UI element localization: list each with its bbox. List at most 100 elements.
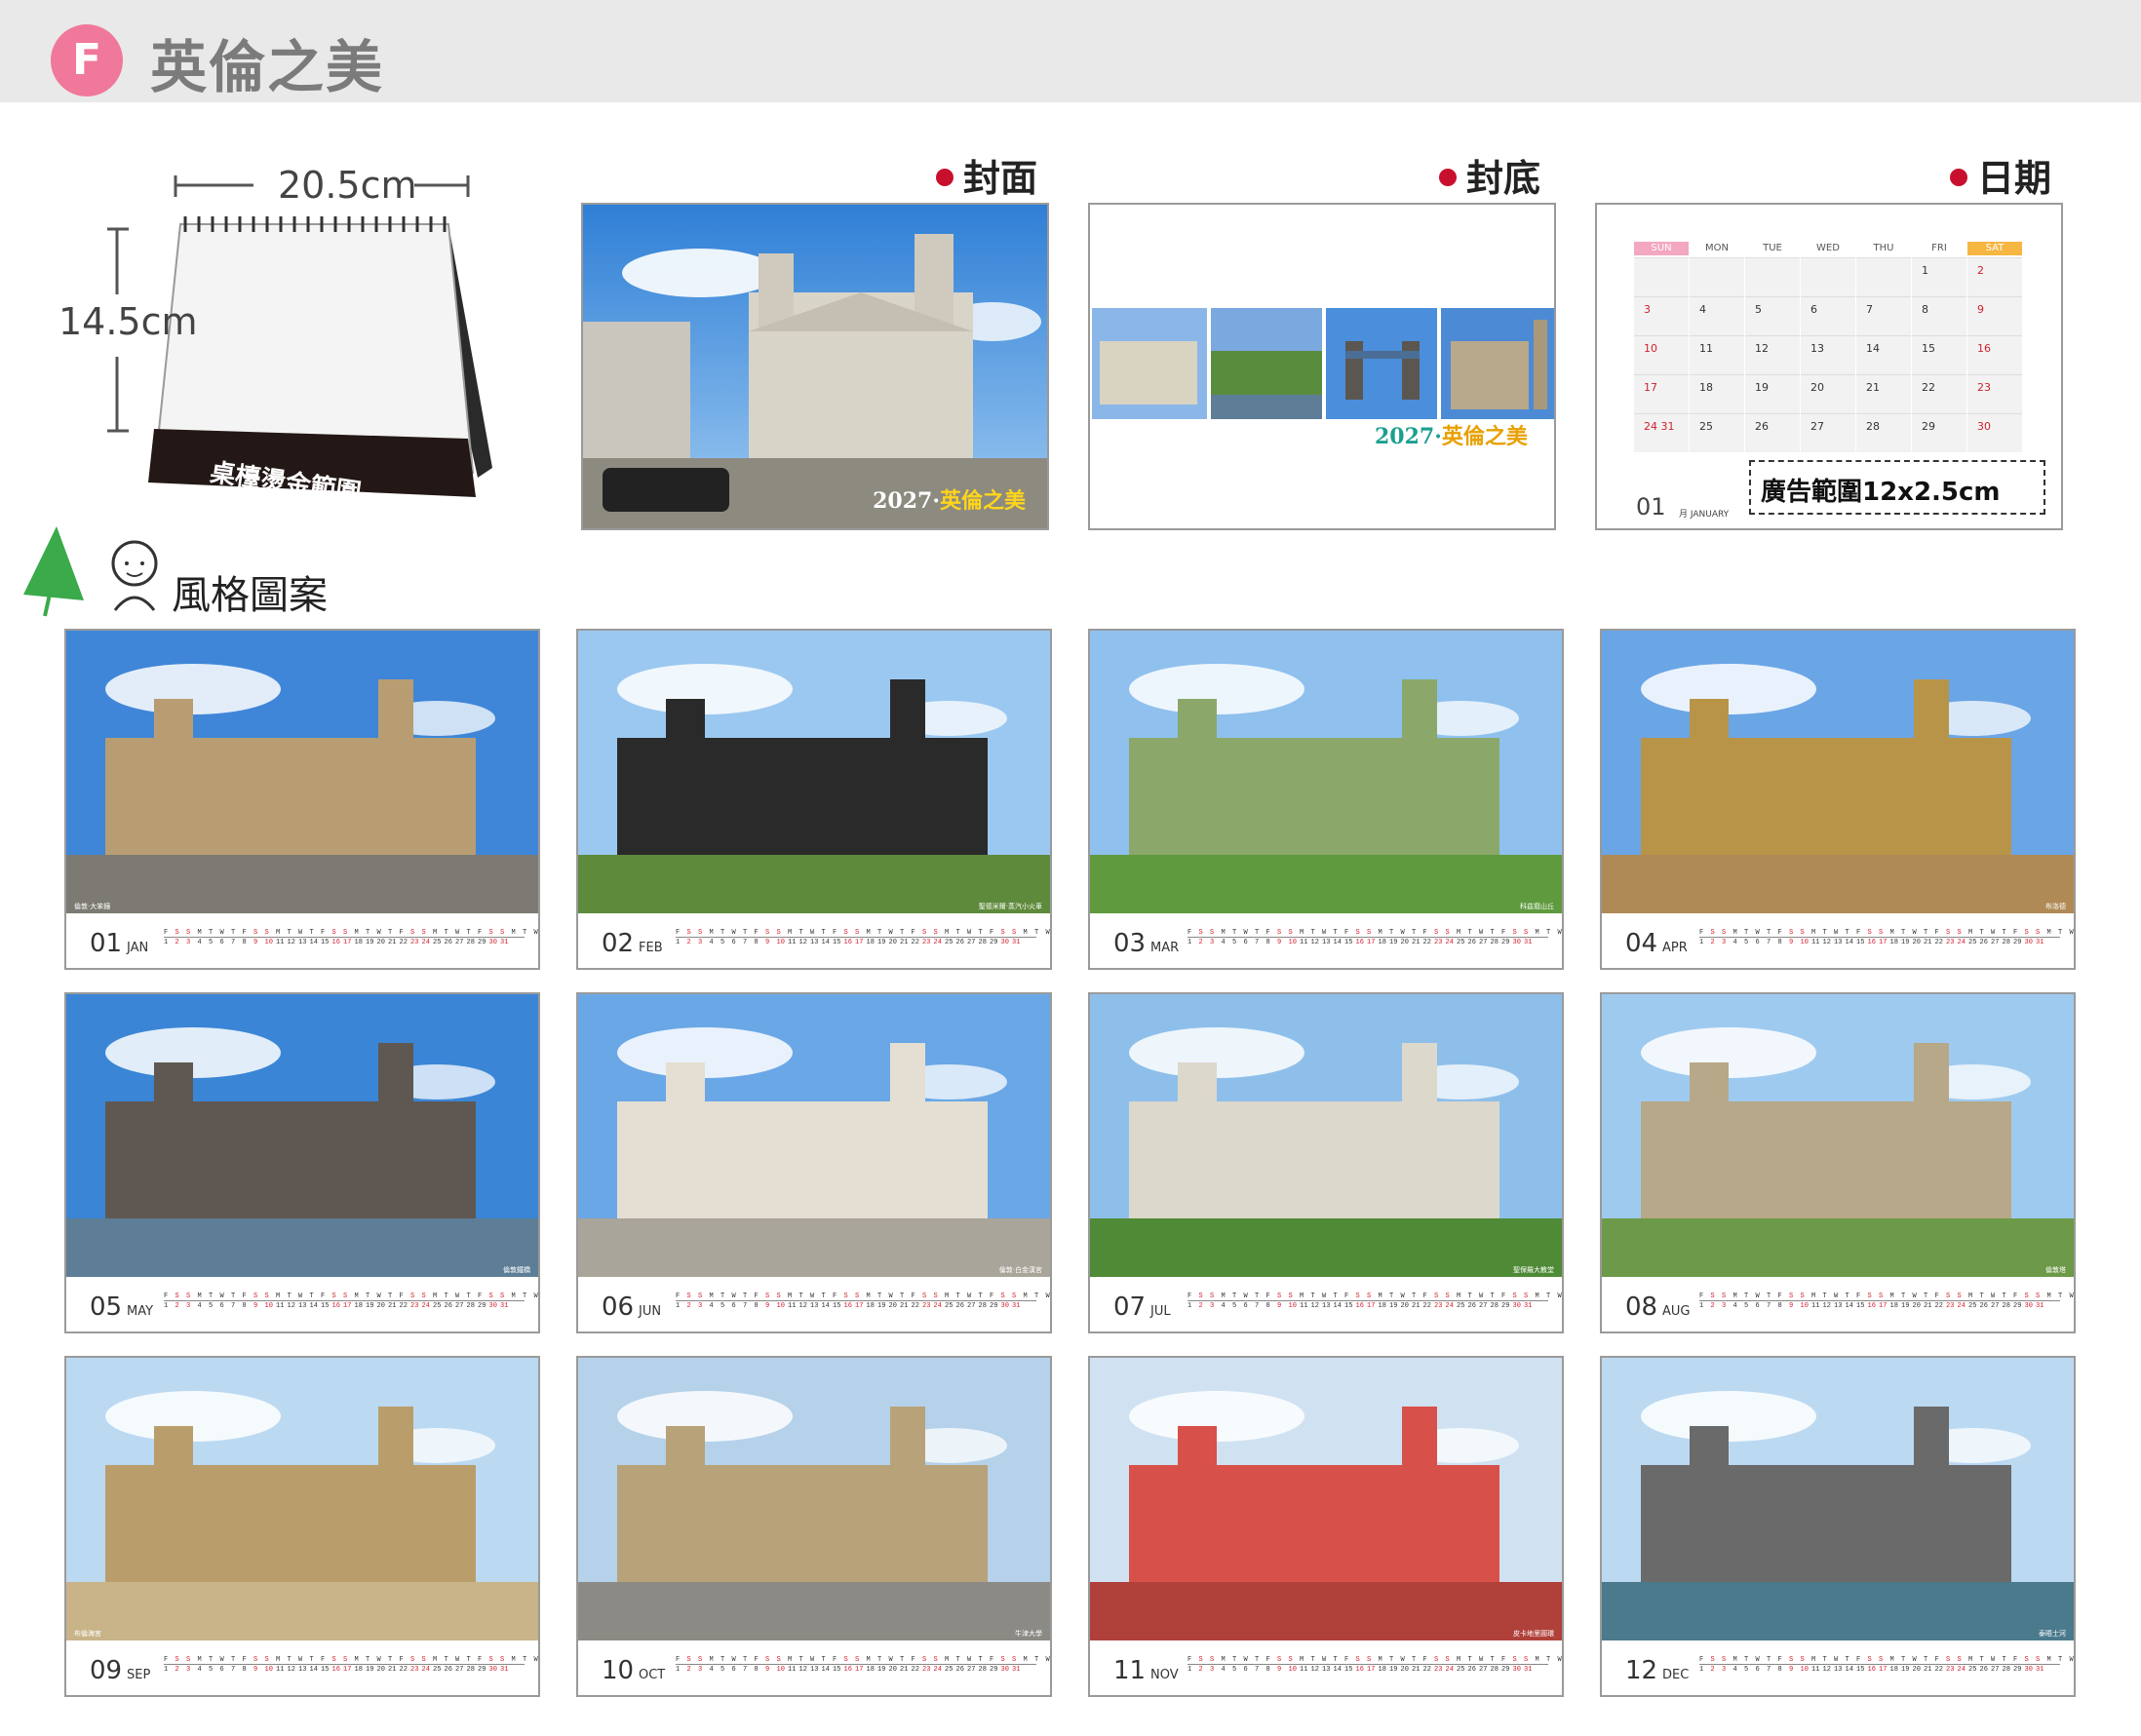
- month-abbr: FEB: [639, 941, 663, 955]
- photo-caption: 布洛德: [2045, 903, 2066, 910]
- date-cell: 1: [1912, 257, 1966, 296]
- date-cell: 13: [1801, 335, 1855, 374]
- date-cell: 12: [1745, 335, 1800, 374]
- day-strip: FSSMTWTFSSMTWTFSSMTWTFSSMTWTFSSMTW 123456…: [164, 929, 538, 948]
- month-photo: [66, 631, 538, 913]
- ad-area-label: 廣告範圍12x2.5cm: [1761, 478, 2001, 507]
- weekday-header: THU: [1873, 243, 1894, 253]
- day-numbers: 1 2 3 4 5 6 7 8 9 10 11 12 13 14 15 16 17 18 19 20 21 22 23 24 2…: [676, 1302, 1021, 1310]
- day-numbers: 1 2 3 4 5 6 7 8 9 10 11 12 13 14 15 16 17 18 19 20 21 22 23 24 2…: [1187, 1302, 1533, 1310]
- month-card: 聖保羅大教堂 07 JUL F S S M T W T F S S M T W T F S S M T W T F S S M T W T F…: [1088, 992, 1564, 1333]
- date-month-number: 01: [1636, 493, 1666, 521]
- weekday-letters: FSSMTWTFSSMTWTFSSMTWTFSSMTWTFSSMTW: [676, 1656, 1050, 1664]
- date-number: 10: [1644, 342, 1657, 355]
- photo-caption: 科茲窩山丘: [1520, 903, 1554, 910]
- strip-divider: [1699, 937, 2060, 938]
- date-number: 30: [1977, 420, 1991, 433]
- strip-divider: [164, 937, 525, 938]
- day-strip: FSSMTWTFSSMTWTFSSMTWTFSSMTWTFSSMTW 123456…: [1699, 1292, 2074, 1312]
- photo-caption: 牛津大學: [1015, 1630, 1042, 1638]
- month-photo: [1602, 994, 2074, 1277]
- date-number: 24 31: [1644, 420, 1675, 433]
- day-numbers: 1 2 3 4 5 6 7 8 9 10 11 12 13 14 15 16 17 18 19 20 21 22 23 24 2…: [1699, 1666, 2044, 1674]
- month-photo: [1090, 1358, 1562, 1640]
- photo-caption: 聖保羅大教堂: [1513, 1266, 1554, 1274]
- weekday-letters: FSSMTWTFSSMTWTFSSMTWTFSSMTWTFSSMTW: [676, 929, 1050, 937]
- month-abbr: AUG: [1662, 1304, 1691, 1319]
- month-card: 科茲窩山丘 03 MAR F S S M T W T F S S M T W T F S S M T W T F S S M T W T F S…: [1088, 629, 1564, 970]
- month-number: 03: [1113, 929, 1147, 958]
- month-abbr: DEC: [1662, 1668, 1690, 1682]
- date-number: 22: [1922, 381, 1935, 394]
- date-number: 23: [1977, 381, 1991, 394]
- date-cell: 21: [1856, 374, 1911, 413]
- month-photo: [66, 994, 538, 1277]
- day-numbers: 1 2 3 4 5 6 7 8 9 10 11 12 13 14 15 16 17 18 19 20 21 22 23 24 2…: [676, 1666, 1021, 1674]
- weekday-letters: FSSMTWTFSSMTWTFSSMTWTFSSMTWTFSSMTW: [164, 1656, 538, 1664]
- day-strip: FSSMTWTFSSMTWTFSSMTWTFSSMTWTFSSMTW 123456…: [676, 1292, 1050, 1312]
- month-abbr: JAN: [127, 941, 149, 955]
- date-cell: 19: [1745, 374, 1800, 413]
- girl-doodle-icon: [111, 540, 158, 611]
- date-cell: 10: [1634, 335, 1689, 374]
- day-strip: FSSMTWTFSSMTWTFSSMTWTFSSMTWTFSSMTW 123456…: [164, 1292, 538, 1312]
- month-card: 倫敦塔 08 AUG F S S M T W T F S S M T W T F S S M T W T F S S M T W T F S S M…: [1600, 992, 2076, 1333]
- month-abbr: MAR: [1150, 941, 1180, 955]
- date-cell: 8: [1912, 296, 1966, 335]
- date-cell: [1801, 257, 1855, 296]
- weekday-header: SAT: [1967, 242, 2022, 255]
- strip-divider: [676, 1664, 1036, 1665]
- day-numbers: 1 2 3 4 5 6 7 8 9 10 11 12 13 14 15 16 17 18 19 20 21 22 23 24 2…: [1187, 939, 1533, 946]
- photo-caption: 皮卡地里圓環: [1513, 1630, 1554, 1638]
- day-strip: FSSMTWTFSSMTWTFSSMTWTFSSMTWTFSSMTW 123456…: [1187, 1656, 1562, 1676]
- day-numbers: 1 2 3 4 5 6 7 8 9 10 11 12 13 14 15 16 17 18 19 20 21 22 23 24 2…: [1187, 1666, 1533, 1674]
- month-photo: [578, 994, 1050, 1277]
- day-strip: FSSMTWTFSSMTWTFSSMTWTFSSMTWTFSSMTW 123456…: [1699, 929, 2074, 948]
- weekday-letters: FSSMTWTFSSMTWTFSSMTWTFSSMTWTFSSMTW: [1699, 929, 2074, 937]
- strip-divider: [1699, 1664, 2060, 1665]
- strip-divider: [676, 937, 1036, 938]
- photo-caption: 倫敦塔: [2045, 1266, 2066, 1274]
- date-cell: 20: [1801, 374, 1855, 413]
- month-number: 10: [602, 1656, 635, 1685]
- date-cell: [1856, 257, 1911, 296]
- date-cell: 28: [1856, 413, 1911, 452]
- weekday-letters: FSSMTWTFSSMTWTFSSMTWTFSSMTWTFSSMTW: [1187, 1292, 1562, 1300]
- strip-divider: [1187, 1664, 1548, 1665]
- strip-divider: [1699, 1300, 2060, 1301]
- photo-caption: 倫敦·白金漢宮: [998, 1266, 1042, 1274]
- date-number: 8: [1922, 303, 1928, 316]
- back-heading: 封底: [1439, 148, 1540, 202]
- height-dimension-label: 14.5cm: [58, 300, 198, 343]
- date-cell: 2: [1967, 257, 2022, 296]
- weekday-letters: FSSMTWTFSSMTWTFSSMTWTFSSMTWTFSSMTW: [676, 1292, 1050, 1300]
- date-cell: 15: [1912, 335, 1966, 374]
- day-strip: FSSMTWTFSSMTWTFSSMTWTFSSMTWTFSSMTW 123456…: [676, 929, 1050, 948]
- month-number: 11: [1113, 1656, 1147, 1685]
- month-card: 泰晤士河 12 DEC F S S M T W T F S S M T W T F S S M T W T F S S M T W T F S S…: [1600, 1356, 2076, 1697]
- month-photo: [1090, 994, 1562, 1277]
- month-number: 05: [90, 1292, 123, 1322]
- day-strip: FSSMTWTFSSMTWTFSSMTWTFSSMTWTFSSMTW 123456…: [1187, 929, 1562, 948]
- date-cell: 25: [1690, 413, 1744, 452]
- date-cell: 14: [1856, 335, 1911, 374]
- month-abbr: OCT: [639, 1668, 666, 1682]
- weekday-header: FRI: [1931, 243, 1947, 253]
- day-numbers: 1 2 3 4 5 6 7 8 9 10 11 12 13 14 15 16 17 18 19 20 21 22 23 24 2…: [676, 939, 1021, 946]
- day-numbers: 1 2 3 4 5 6 7 8 9 10 11 12 13 14 15 16 17 18 19 20 21 22 23 24 2…: [1699, 1302, 2044, 1310]
- month-card: 倫敦·大笨鐘 01 JAN F S S M T W T F S S M T W T F S S M T W T F S S M T W T F…: [64, 629, 540, 970]
- bullet-dot-icon: [1439, 168, 1457, 186]
- month-photo: [1602, 631, 2074, 913]
- cover-photo: [583, 205, 1047, 528]
- day-strip: FSSMTWTFSSMTWTFSSMTWTFSSMTWTFSSMTW 123456…: [164, 1656, 538, 1676]
- month-number: 12: [1625, 1656, 1658, 1685]
- strip-divider: [1187, 937, 1548, 938]
- page-title: 英倫之美: [150, 34, 385, 100]
- month-card: 皮卡地里圓環 11 NOV F S S M T W T F S S M T W T F S S M T W T F S S M T W T F…: [1088, 1356, 1564, 1697]
- weekday-letters: FSSMTWTFSSMTWTFSSMTWTFSSMTWTFSSMTW: [1187, 929, 1562, 937]
- month-abbr: JUN: [639, 1304, 662, 1319]
- month-abbr: APR: [1662, 941, 1688, 955]
- day-strip: FSSMTWTFSSMTWTFSSMTWTFSSMTWTFSSMTW 123456…: [1699, 1656, 2074, 1676]
- photo-caption: 泰晤士河: [2039, 1630, 2066, 1638]
- date-cell: 5: [1745, 296, 1800, 335]
